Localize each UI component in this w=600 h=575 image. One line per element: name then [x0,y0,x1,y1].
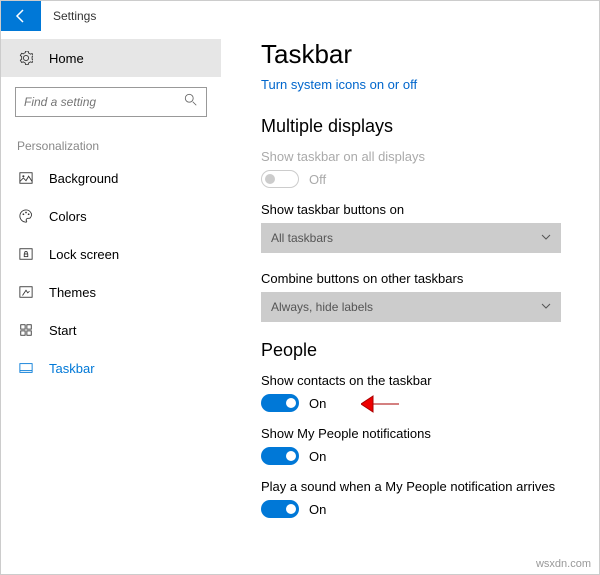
palette-icon [17,209,35,223]
label-show-taskbar-all: Show taskbar on all displays [261,149,569,164]
toggle-show-contacts[interactable] [261,394,299,412]
main-panel: Taskbar Turn system icons on or off Mult… [221,31,599,574]
toggle-state: Off [309,172,326,187]
sidebar-item-taskbar[interactable]: Taskbar [1,349,221,387]
combo-combine[interactable]: Always, hide labels [261,292,561,322]
search-icon [184,93,198,112]
toggle-state: On [309,449,326,464]
sidebar-item-home[interactable]: Home [1,39,221,77]
sidebar: Home Personalization Background Colors L… [1,31,221,574]
annotation-arrow [361,392,401,416]
combo-buttons-on[interactable]: All taskbars [261,223,561,253]
system-icons-link[interactable]: Turn system icons on or off [261,77,417,92]
sidebar-item-label: Background [49,171,118,186]
section-label: Personalization [17,139,221,153]
sidebar-item-themes[interactable]: Themes [1,273,221,311]
label-combine: Combine buttons on other taskbars [261,271,569,286]
back-button[interactable] [1,1,41,31]
sidebar-item-lockscreen[interactable]: Lock screen [1,235,221,273]
chevron-down-icon [541,231,551,245]
heading-people: People [261,340,569,361]
label-buttons-on: Show taskbar buttons on [261,202,569,217]
search-box[interactable] [15,87,207,117]
sidebar-item-label: Colors [49,209,87,224]
lock-icon [17,247,35,261]
sidebar-item-background[interactable]: Background [1,159,221,197]
start-icon [17,323,35,337]
sidebar-item-label: Themes [49,285,96,300]
gear-icon [17,51,35,65]
brush-icon [17,285,35,299]
toggle-play-sound[interactable] [261,500,299,518]
image-icon [17,171,35,185]
heading-multiple-displays: Multiple displays [261,116,569,137]
label-show-contacts: Show contacts on the taskbar [261,373,569,388]
home-label: Home [49,51,84,66]
search-input[interactable] [24,95,184,109]
label-play-sound: Play a sound when a My People notificati… [261,479,569,494]
toggle-show-notifications[interactable] [261,447,299,465]
sidebar-item-label: Taskbar [49,361,95,376]
sidebar-item-label: Lock screen [49,247,119,262]
combo-value: Always, hide labels [271,300,373,314]
toggle-show-taskbar-all [261,170,299,188]
combo-value: All taskbars [271,231,333,245]
sidebar-item-start[interactable]: Start [1,311,221,349]
sidebar-item-colors[interactable]: Colors [1,197,221,235]
watermark: wsxdn.com [536,558,591,570]
page-title: Taskbar [261,39,569,70]
toggle-state: On [309,502,326,517]
taskbar-icon [17,361,35,375]
label-show-notifications: Show My People notifications [261,426,569,441]
toggle-state: On [309,396,326,411]
chevron-down-icon [541,300,551,314]
sidebar-item-label: Start [49,323,76,338]
app-title: Settings [53,9,96,23]
